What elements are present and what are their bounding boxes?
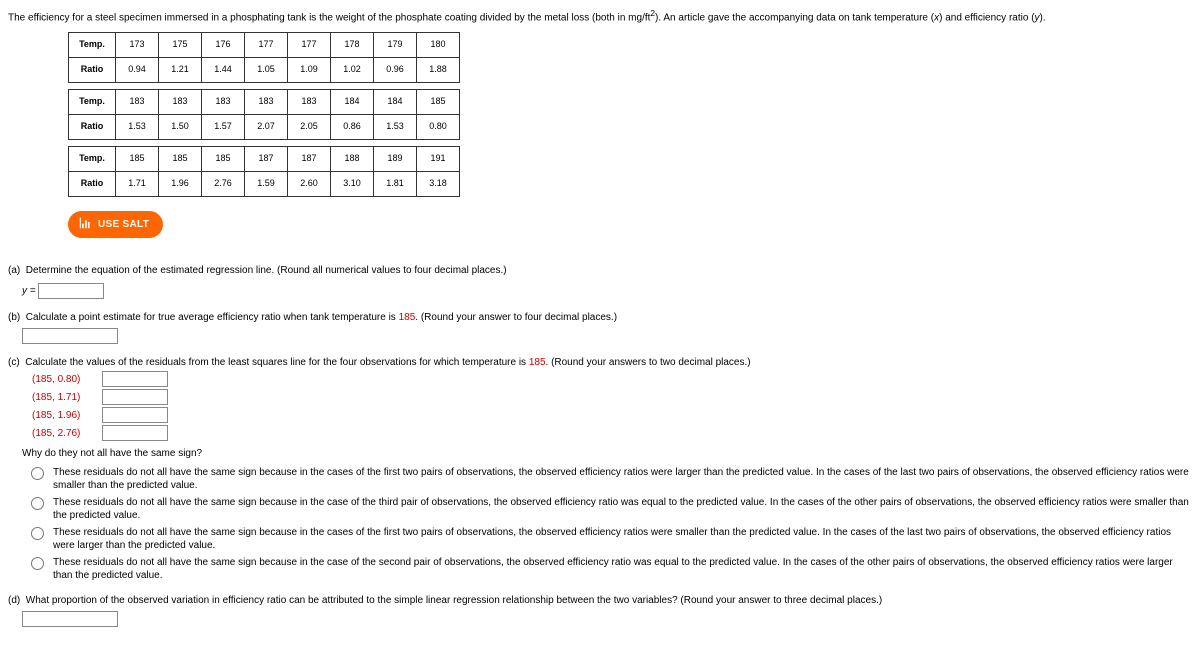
regression-equation-input[interactable] bbox=[38, 283, 104, 299]
residual-input-4[interactable] bbox=[102, 425, 168, 441]
residual-row: (185, 1.96) bbox=[32, 407, 1192, 423]
part-label: (b) bbox=[8, 312, 20, 323]
table-row: Ratio 1.711.962.761.592.603.101.813.18 bbox=[69, 172, 460, 197]
radio-option-4[interactable]: These residuals do not all have the same… bbox=[26, 556, 1192, 582]
residual-row: (185, 1.71) bbox=[32, 389, 1192, 405]
temp-header: Temp. bbox=[69, 33, 116, 58]
y-equals-label: y = bbox=[22, 286, 36, 297]
data-table-2: Temp. 183183183183183184184185 Ratio 1.5… bbox=[68, 89, 460, 140]
point-label: (185, 2.76) bbox=[32, 427, 92, 440]
residual-input-2[interactable] bbox=[102, 389, 168, 405]
part-label: (c) bbox=[8, 357, 20, 368]
table-row: Ratio 1.531.501.572.072.050.861.530.80 bbox=[69, 115, 460, 140]
point-label: (185, 1.71) bbox=[32, 391, 92, 404]
point-label: (185, 1.96) bbox=[32, 409, 92, 422]
intro-text: The efficiency for a steel specimen imme… bbox=[8, 8, 1192, 24]
radio-2[interactable] bbox=[31, 497, 44, 510]
table-row: Temp. 173175176177177178179180 bbox=[69, 33, 460, 58]
part-text: What proportion of the observed variatio… bbox=[26, 595, 882, 606]
radio-3[interactable] bbox=[31, 527, 44, 540]
proportion-input[interactable] bbox=[22, 611, 118, 627]
radio-option-3[interactable]: These residuals do not all have the same… bbox=[26, 526, 1192, 552]
why-question: Why do they not all have the same sign? bbox=[22, 447, 1192, 460]
residual-row: (185, 2.76) bbox=[32, 425, 1192, 441]
table-row: Ratio 0.941.211.441.051.091.020.961.88 bbox=[69, 58, 460, 83]
part-text: Determine the equation of the estimated … bbox=[26, 265, 507, 276]
part-d: (d) What proportion of the observed vari… bbox=[8, 594, 1192, 627]
table-row: Temp. 183183183183183184184185 bbox=[69, 90, 460, 115]
radio-option-2[interactable]: These residuals do not all have the same… bbox=[26, 496, 1192, 522]
data-table-1: Temp. 173175176177177178179180 Ratio 0.9… bbox=[68, 32, 460, 83]
table-row: Temp. 185185185187187188189191 bbox=[69, 147, 460, 172]
use-salt-button[interactable]: USE SALT bbox=[68, 211, 163, 238]
point-estimate-input[interactable] bbox=[22, 328, 118, 344]
radio-4[interactable] bbox=[31, 557, 44, 570]
chart-icon bbox=[78, 216, 92, 233]
part-label: (a) bbox=[8, 265, 20, 276]
residual-input-3[interactable] bbox=[102, 407, 168, 423]
point-label: (185, 0.80) bbox=[32, 373, 92, 386]
residual-row: (185, 0.80) bbox=[32, 371, 1192, 387]
radio-1[interactable] bbox=[31, 467, 44, 480]
part-c: (c) Calculate the values of the residual… bbox=[8, 356, 1192, 582]
use-salt-label: USE SALT bbox=[98, 219, 149, 230]
ratio-header: Ratio bbox=[69, 58, 116, 83]
part-b: (b) Calculate a point estimate for true … bbox=[8, 311, 1192, 344]
data-table-3: Temp. 185185185187187188189191 Ratio 1.7… bbox=[68, 146, 460, 197]
part-label: (d) bbox=[8, 595, 20, 606]
radio-option-1[interactable]: These residuals do not all have the same… bbox=[26, 466, 1192, 492]
residual-input-1[interactable] bbox=[102, 371, 168, 387]
part-a: (a) Determine the equation of the estima… bbox=[8, 264, 1192, 299]
